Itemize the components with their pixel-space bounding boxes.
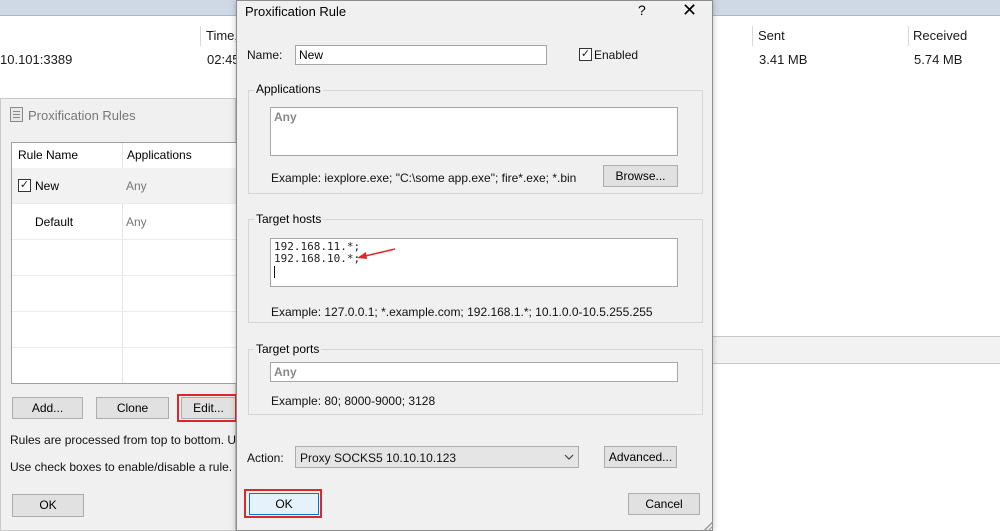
column-header-rule-name[interactable]: Rule Name xyxy=(18,148,78,162)
applications-value: Any xyxy=(274,110,297,124)
rules-table[interactable]: Rule Name Applications ✓ New Any Default… xyxy=(11,142,237,384)
add-rule-button[interactable]: Add... xyxy=(12,397,83,419)
cancel-button[interactable]: Cancel xyxy=(628,493,700,515)
target-hosts-group-title: Target hosts xyxy=(254,212,324,226)
applications-example: Example: iexplore.exe; "C:\some app.exe"… xyxy=(271,171,577,185)
column-header-sent[interactable]: Sent xyxy=(758,28,785,43)
target-ports-group-title: Target ports xyxy=(254,342,322,356)
rules-ok-button[interactable]: OK xyxy=(12,494,84,517)
enabled-checkbox[interactable]: ✓ xyxy=(579,48,592,61)
rule-enabled-checkbox[interactable]: ✓ xyxy=(18,179,31,192)
connection-time: 02:45 xyxy=(207,52,240,67)
applications-field[interactable]: Any xyxy=(270,107,678,156)
close-icon[interactable]: ✕ xyxy=(682,0,697,21)
table-row-empty xyxy=(12,240,236,276)
target-ports-value: Any xyxy=(274,365,297,379)
column-header-received[interactable]: Received xyxy=(913,28,967,43)
name-label: Name: xyxy=(247,48,283,62)
chevron-down-icon xyxy=(564,454,574,460)
table-row-empty xyxy=(12,348,236,383)
resize-grip-icon[interactable] xyxy=(703,521,713,531)
help-icon[interactable]: ? xyxy=(638,2,646,18)
rule-applications: Any xyxy=(126,215,147,229)
connection-received: 5.74 MB xyxy=(914,52,963,67)
rules-window-title: Proxification Rules xyxy=(28,108,136,123)
column-separator xyxy=(908,26,909,46)
rules-order-note: Rules are processed from top to bottom. … xyxy=(10,433,263,447)
proxification-rules-window: Proxification Rules Rule Name Applicatio… xyxy=(0,98,262,531)
enabled-label: Enabled xyxy=(594,48,639,62)
column-header-time[interactable]: Time, xyxy=(206,28,238,43)
rule-name-field[interactable]: New xyxy=(295,45,547,65)
rule-name: Default xyxy=(35,215,74,229)
target-hosts-field[interactable]: 192.168.11.*; 192.168.10.*; xyxy=(270,238,678,287)
clone-rule-button[interactable]: Clone xyxy=(96,397,169,419)
dialog-title: Proxification Rule xyxy=(245,4,347,19)
action-select[interactable]: Proxy SOCKS5 10.10.10.123 xyxy=(295,446,579,468)
browse-button[interactable]: Browse... xyxy=(603,165,678,187)
column-separator xyxy=(752,26,753,46)
rule-name: New xyxy=(35,179,60,193)
advanced-button[interactable]: Advanced... xyxy=(604,446,677,468)
text-cursor xyxy=(274,266,275,278)
table-row-rule-new[interactable]: ✓ New Any xyxy=(12,168,236,204)
table-row-empty xyxy=(12,312,236,348)
column-separator xyxy=(200,26,201,46)
action-selected-value: Proxy SOCKS5 10.10.10.123 xyxy=(300,451,457,465)
proxification-rule-dialog: Proxification Rule ? ✕ Name: New ✓ Enabl… xyxy=(236,0,713,531)
edit-button-highlight xyxy=(177,394,237,422)
target-host-line: 192.168.10.*; xyxy=(274,252,361,265)
table-row-empty xyxy=(12,276,236,312)
action-label: Action: xyxy=(247,451,284,465)
target-ports-example: Example: 80; 8000-9000; 3128 xyxy=(271,394,436,408)
ok-button-highlight xyxy=(244,489,322,518)
applications-group-title: Applications xyxy=(254,82,323,96)
rule-name-value: New xyxy=(299,48,324,62)
background-panel-divider xyxy=(713,336,1000,364)
connection-sent: 3.41 MB xyxy=(759,52,808,67)
table-row-rule-default[interactable]: Default Any xyxy=(12,204,236,240)
rules-document-icon xyxy=(10,107,23,122)
target-hosts-example: Example: 127.0.0.1; *.example.com; 192.1… xyxy=(271,305,653,319)
target-ports-field[interactable]: Any xyxy=(270,362,678,382)
rules-checkbox-note: Use check boxes to enable/disable a rule… xyxy=(10,460,233,474)
connection-target: 10.101:3389 xyxy=(0,52,73,67)
column-header-applications[interactable]: Applications xyxy=(127,148,192,162)
rule-applications: Any xyxy=(126,179,147,193)
annotation-arrow-icon xyxy=(357,248,396,259)
